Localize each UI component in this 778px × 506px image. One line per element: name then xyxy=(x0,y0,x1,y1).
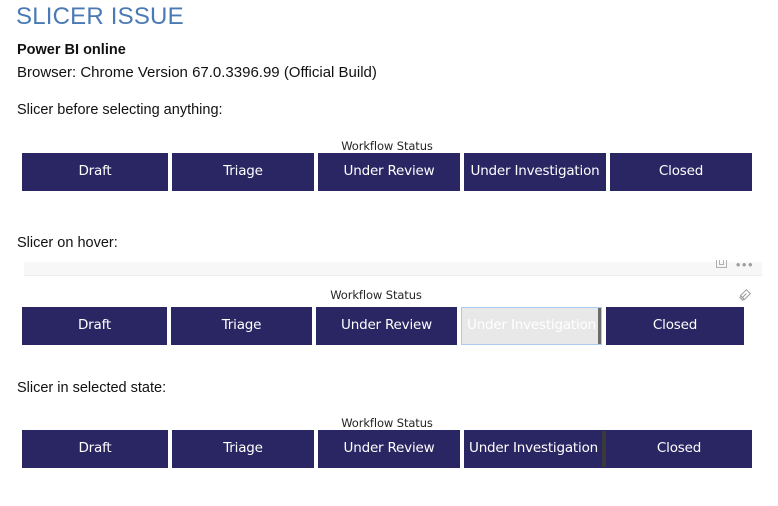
slicer-default: Workflow Status Draft Triage Under Revie… xyxy=(22,139,752,191)
caption-slicer-selected: Slicer in selected state: xyxy=(17,380,167,396)
slicer-tile-under-investigation-selected[interactable]: Under Investigation xyxy=(464,430,606,468)
visual-header-bar: ••• xyxy=(24,258,762,276)
slicer-tile-closed[interactable]: Closed xyxy=(610,153,752,191)
slicer-tile-under-review-selected[interactable]: Under Review xyxy=(318,430,460,468)
slicer-tile-under-investigation[interactable]: Under Investigation xyxy=(464,153,606,191)
slicer-tile-under-investigation-hover[interactable]: Under Investigation xyxy=(461,307,602,345)
slicer-tile-draft-hover[interactable]: Draft xyxy=(22,307,167,345)
slicer-title-hover: Workflow Status xyxy=(330,288,422,302)
slicer-title-selected: Workflow Status xyxy=(341,416,433,430)
slicer-tile-row-default: Draft Triage Under Review Under Investig… xyxy=(22,153,752,191)
more-options-icon[interactable]: ••• xyxy=(736,258,754,271)
caption-slicer-default: Slicer before selecting anything: xyxy=(17,102,223,118)
eraser-icon[interactable] xyxy=(738,288,752,302)
slicer-tile-under-review[interactable]: Under Review xyxy=(318,153,460,191)
browser-version-line: Browser: Chrome Version 67.0.3396.99 (Of… xyxy=(17,64,377,81)
slicer-tile-draft[interactable]: Draft xyxy=(22,153,168,191)
visual-header-icons: ••• xyxy=(715,258,754,271)
slicer-tile-closed-selected[interactable]: Closed xyxy=(606,430,752,468)
slicer-hover: ••• Workflow Status Draft Triage Under R… xyxy=(0,258,762,347)
slicer-tile-closed-hover[interactable]: Closed xyxy=(606,307,744,345)
slicer-tile-triage-selected[interactable]: Triage xyxy=(172,430,314,468)
slicer-tile-draft-selected[interactable]: Draft xyxy=(22,430,168,468)
slicer-tile-triage-hover[interactable]: Triage xyxy=(171,307,312,345)
page-title: SLICER ISSUE xyxy=(16,3,184,30)
slicer-selected: Workflow Status Draft Triage Under Revie… xyxy=(22,416,752,468)
caption-slicer-hover: Slicer on hover: xyxy=(17,235,118,251)
slicer-title-default: Workflow Status xyxy=(341,139,433,153)
slicer-tile-row-hover: Draft Triage Under Review Under Investig… xyxy=(22,307,744,345)
slicer-tile-triage[interactable]: Triage xyxy=(172,153,314,191)
slicer-tile-row-selected: Draft Triage Under Review Under Investig… xyxy=(22,430,752,468)
product-name: Power BI online xyxy=(17,42,126,58)
focus-mode-icon[interactable] xyxy=(715,260,727,269)
slicer-tile-under-review-hover[interactable]: Under Review xyxy=(316,307,457,345)
